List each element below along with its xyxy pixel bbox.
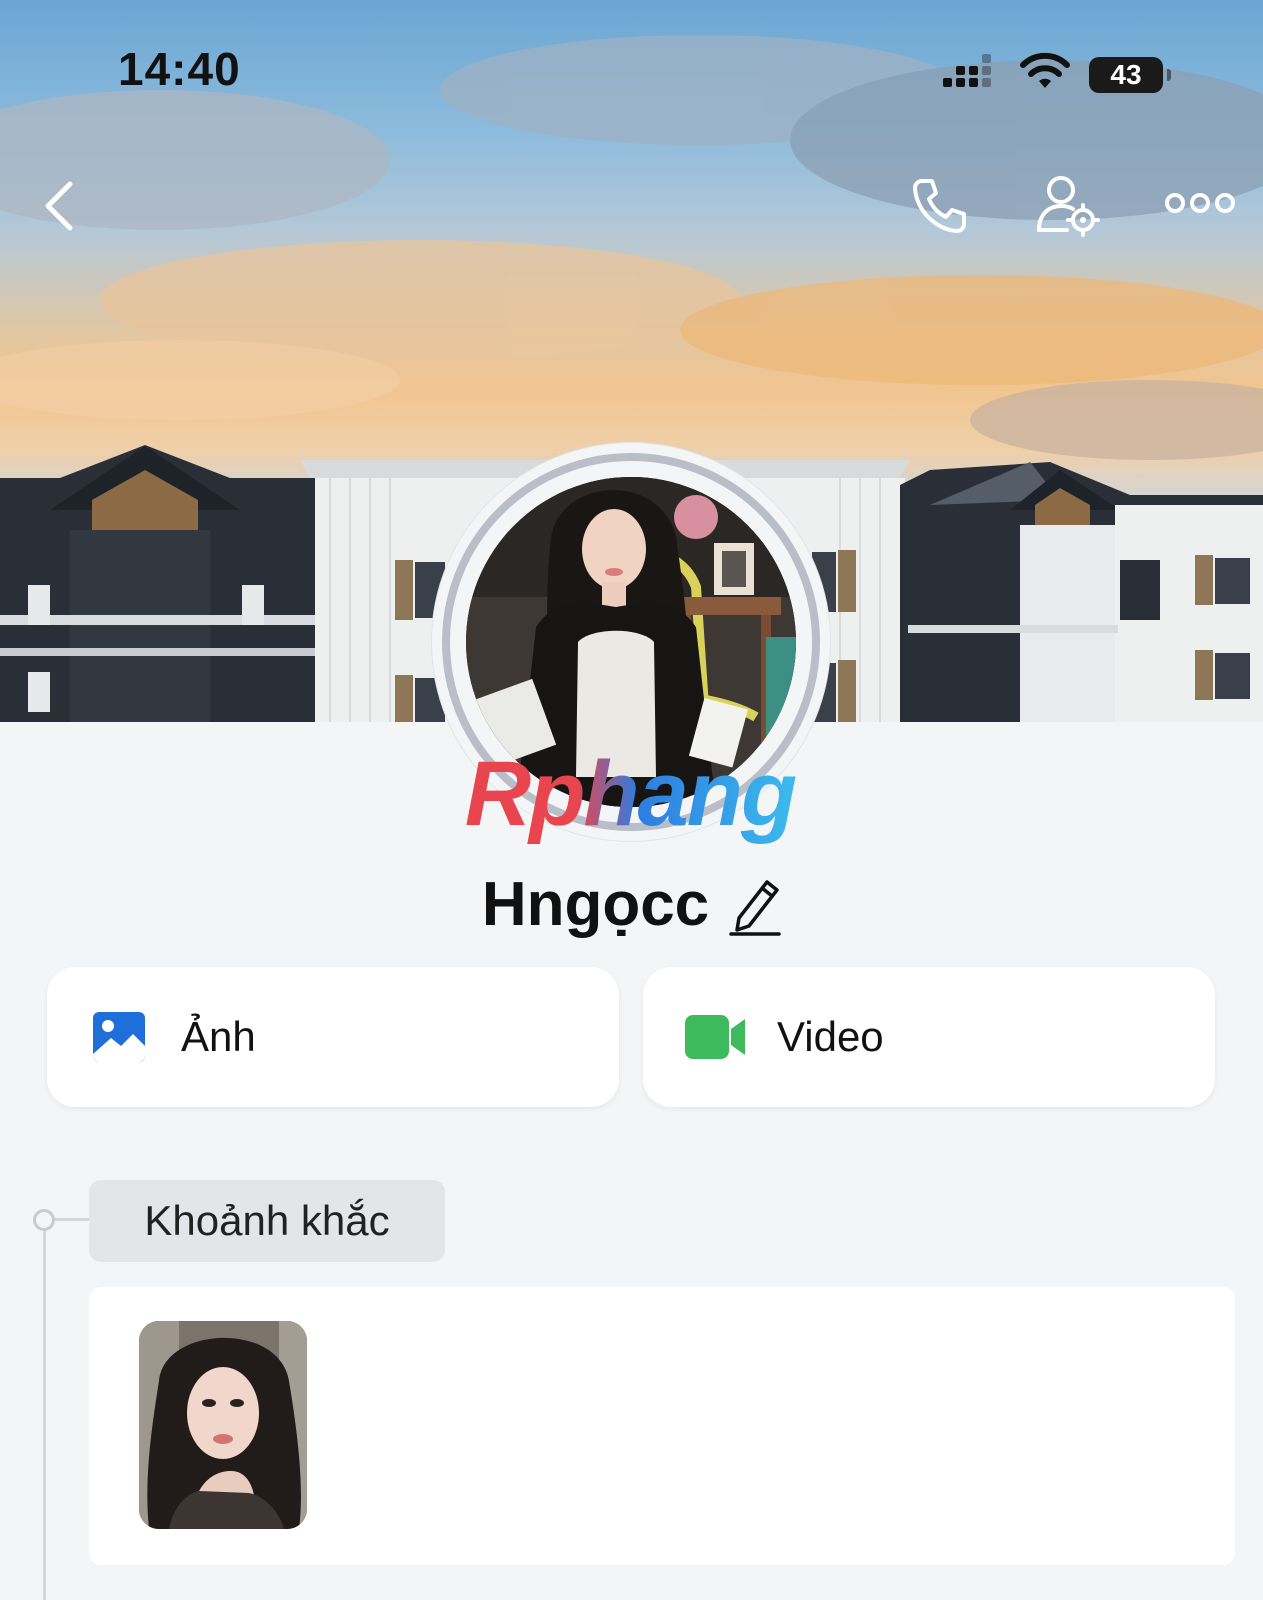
call-button[interactable] xyxy=(908,175,970,242)
battery-icon: 43 xyxy=(1089,56,1171,93)
video-camera-icon xyxy=(685,1013,747,1061)
profile-name-row: Hngọcc xyxy=(0,868,1263,941)
edit-name-button[interactable] xyxy=(729,874,781,941)
back-button[interactable] xyxy=(40,178,80,239)
watermark-logo: Rphang xyxy=(440,742,820,847)
timeline-line xyxy=(43,1228,46,1600)
profile-name: Hngọcc xyxy=(481,870,710,939)
wifi-icon xyxy=(1019,52,1071,97)
cellular-signal-icon xyxy=(941,52,1001,97)
timeline-connector xyxy=(55,1218,89,1221)
videos-button[interactable]: Video xyxy=(643,967,1215,1107)
phone-icon xyxy=(908,179,970,241)
status-time: 14:40 xyxy=(118,43,241,95)
moment-thumbnail[interactable] xyxy=(139,1321,307,1529)
photos-button[interactable]: Ảnh xyxy=(47,967,619,1107)
moments-card xyxy=(89,1287,1235,1565)
moments-section-title: Khoảnh khắc xyxy=(89,1180,445,1262)
photos-label: Ảnh xyxy=(181,1013,256,1060)
status-icons: 43 xyxy=(941,52,1171,97)
image-icon xyxy=(91,1010,147,1064)
pencil-icon xyxy=(729,880,781,940)
user-settings-icon xyxy=(1035,176,1101,242)
more-icon xyxy=(1165,193,1235,220)
more-button[interactable] xyxy=(1165,190,1235,221)
timeline-dot xyxy=(33,1209,55,1231)
videos-label: Video xyxy=(777,1013,884,1060)
profile-settings-button[interactable] xyxy=(1035,172,1101,243)
chevron-left-icon xyxy=(40,181,80,238)
